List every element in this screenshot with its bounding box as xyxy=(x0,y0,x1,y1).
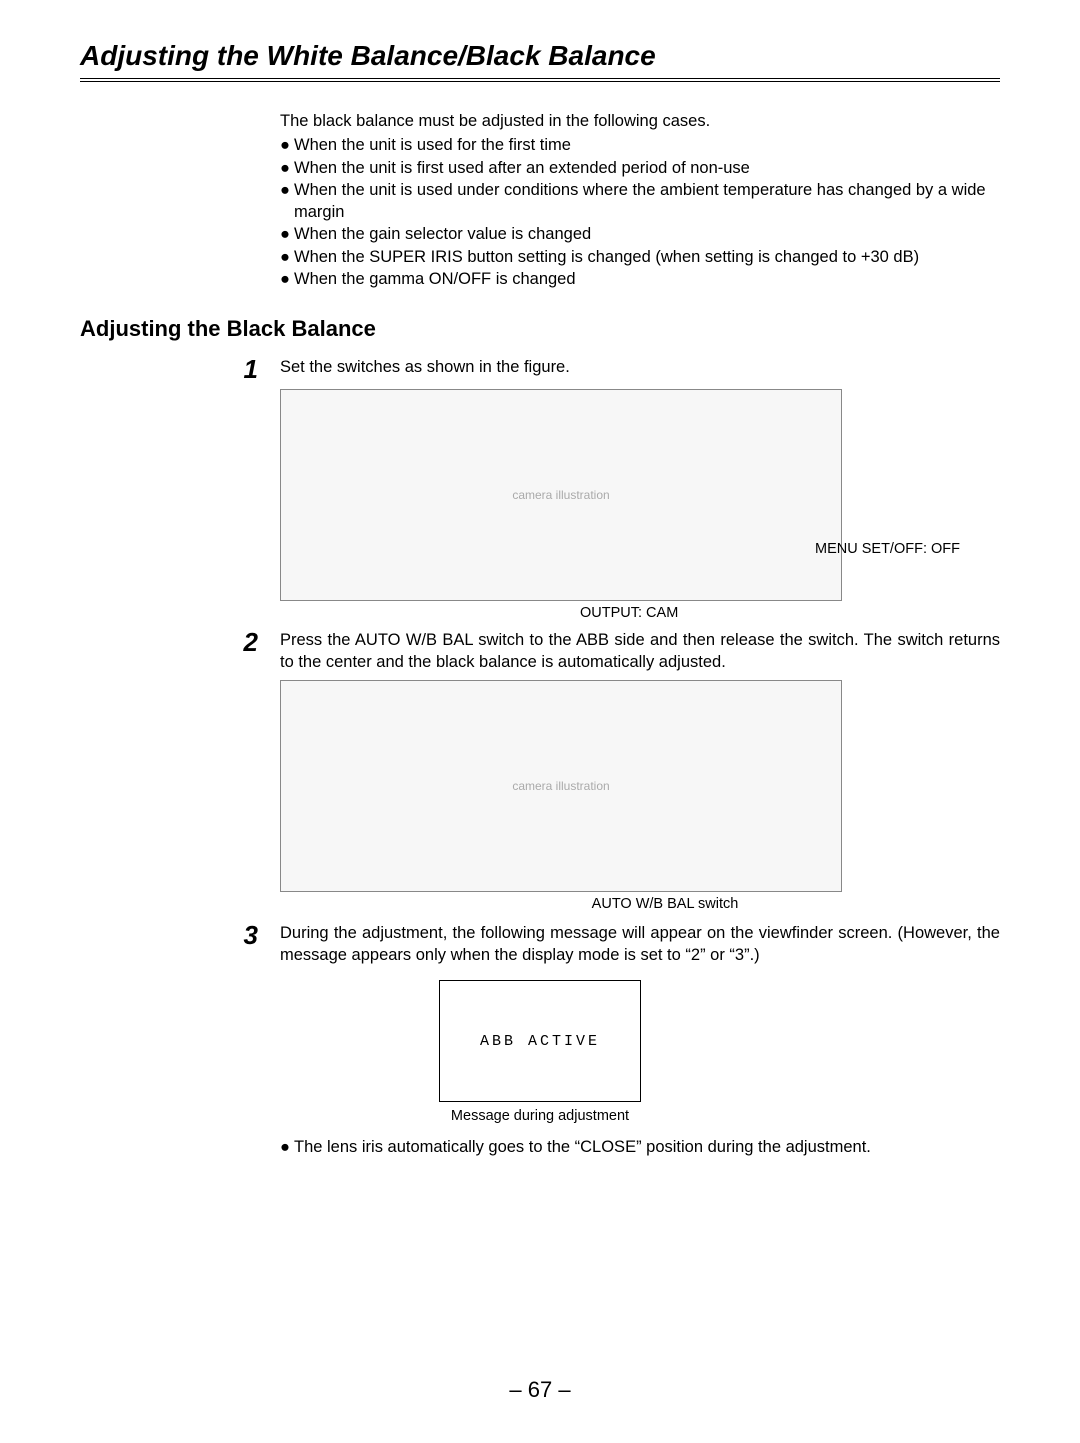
viewfinder-message-box: ABB ACTIVE xyxy=(439,980,641,1102)
document-page: Adjusting the White Balance/Black Balanc… xyxy=(0,0,1080,1443)
camera-illustration-1: camera illustration xyxy=(280,389,842,601)
step-number: 2 xyxy=(244,627,258,657)
step-number: 3 xyxy=(244,920,258,950)
intro-bullet: ●When the unit is first used after an ex… xyxy=(280,157,990,179)
bullet-text: When the unit is used under conditions w… xyxy=(294,179,990,224)
viewfinder-caption: Message during adjustment xyxy=(80,1108,1000,1124)
bullet-text: When the SUPER IRIS button setting is ch… xyxy=(294,246,990,268)
intro-bullet: ●When the gamma ON/OFF is changed xyxy=(280,268,990,290)
bullet-text: When the gamma ON/OFF is changed xyxy=(294,268,990,290)
step-3: 3 During the adjustment, the following m… xyxy=(80,922,1000,967)
intro-block: The black balance must be adjusted in th… xyxy=(280,110,990,290)
camera-illustration-2: camera illustration xyxy=(280,680,842,892)
step-text: Press the AUTO W/B BAL switch to the ABB… xyxy=(280,629,1000,674)
step-text: Set the switches as shown in the figure. xyxy=(280,356,1000,383)
bullet-text: When the gain selector value is changed xyxy=(294,223,990,245)
intro-bullet: ●When the unit is used for the first tim… xyxy=(280,134,990,156)
step-3-note: ●The lens iris automatically goes to the… xyxy=(280,1138,1000,1157)
page-title: Adjusting the White Balance/Black Balanc… xyxy=(80,40,1000,82)
bullet-text: When the unit is used for the first time xyxy=(294,134,990,156)
figure-step-1: camera illustration MENU SET/OFF: OFF OU… xyxy=(280,389,1000,601)
step-number: 1 xyxy=(244,354,258,384)
step-1: 1 Set the switches as shown in the figur… xyxy=(80,356,1000,383)
bullet-text: When the unit is first used after an ext… xyxy=(294,157,990,179)
step-2: 2 Press the AUTO W/B BAL switch to the A… xyxy=(80,629,1000,674)
intro-lead-text: The black balance must be adjusted in th… xyxy=(280,110,990,132)
step-text: During the adjustment, the following mes… xyxy=(280,922,1000,967)
intro-bullet: ●When the SUPER IRIS button setting is c… xyxy=(280,246,990,268)
figure-label-output: OUTPUT: CAM xyxy=(580,605,678,621)
bullet-text: The lens iris automatically goes to the … xyxy=(294,1138,1000,1157)
viewfinder-message-text: ABB ACTIVE xyxy=(480,1033,600,1050)
figure-label-auto-wb-bal: AUTO W/B BAL switch xyxy=(330,896,1000,912)
page-number: – 67 – xyxy=(80,1377,1000,1403)
intro-bullet: ●When the unit is used under conditions … xyxy=(280,179,990,224)
figure-step-2: camera illustration AUTO W/B BAL switch xyxy=(280,680,1000,912)
section-heading: Adjusting the Black Balance xyxy=(80,316,1000,342)
intro-bullet: ●When the gain selector value is changed xyxy=(280,223,990,245)
figure-label-menu-set-off: MENU SET/OFF: OFF xyxy=(815,541,960,557)
